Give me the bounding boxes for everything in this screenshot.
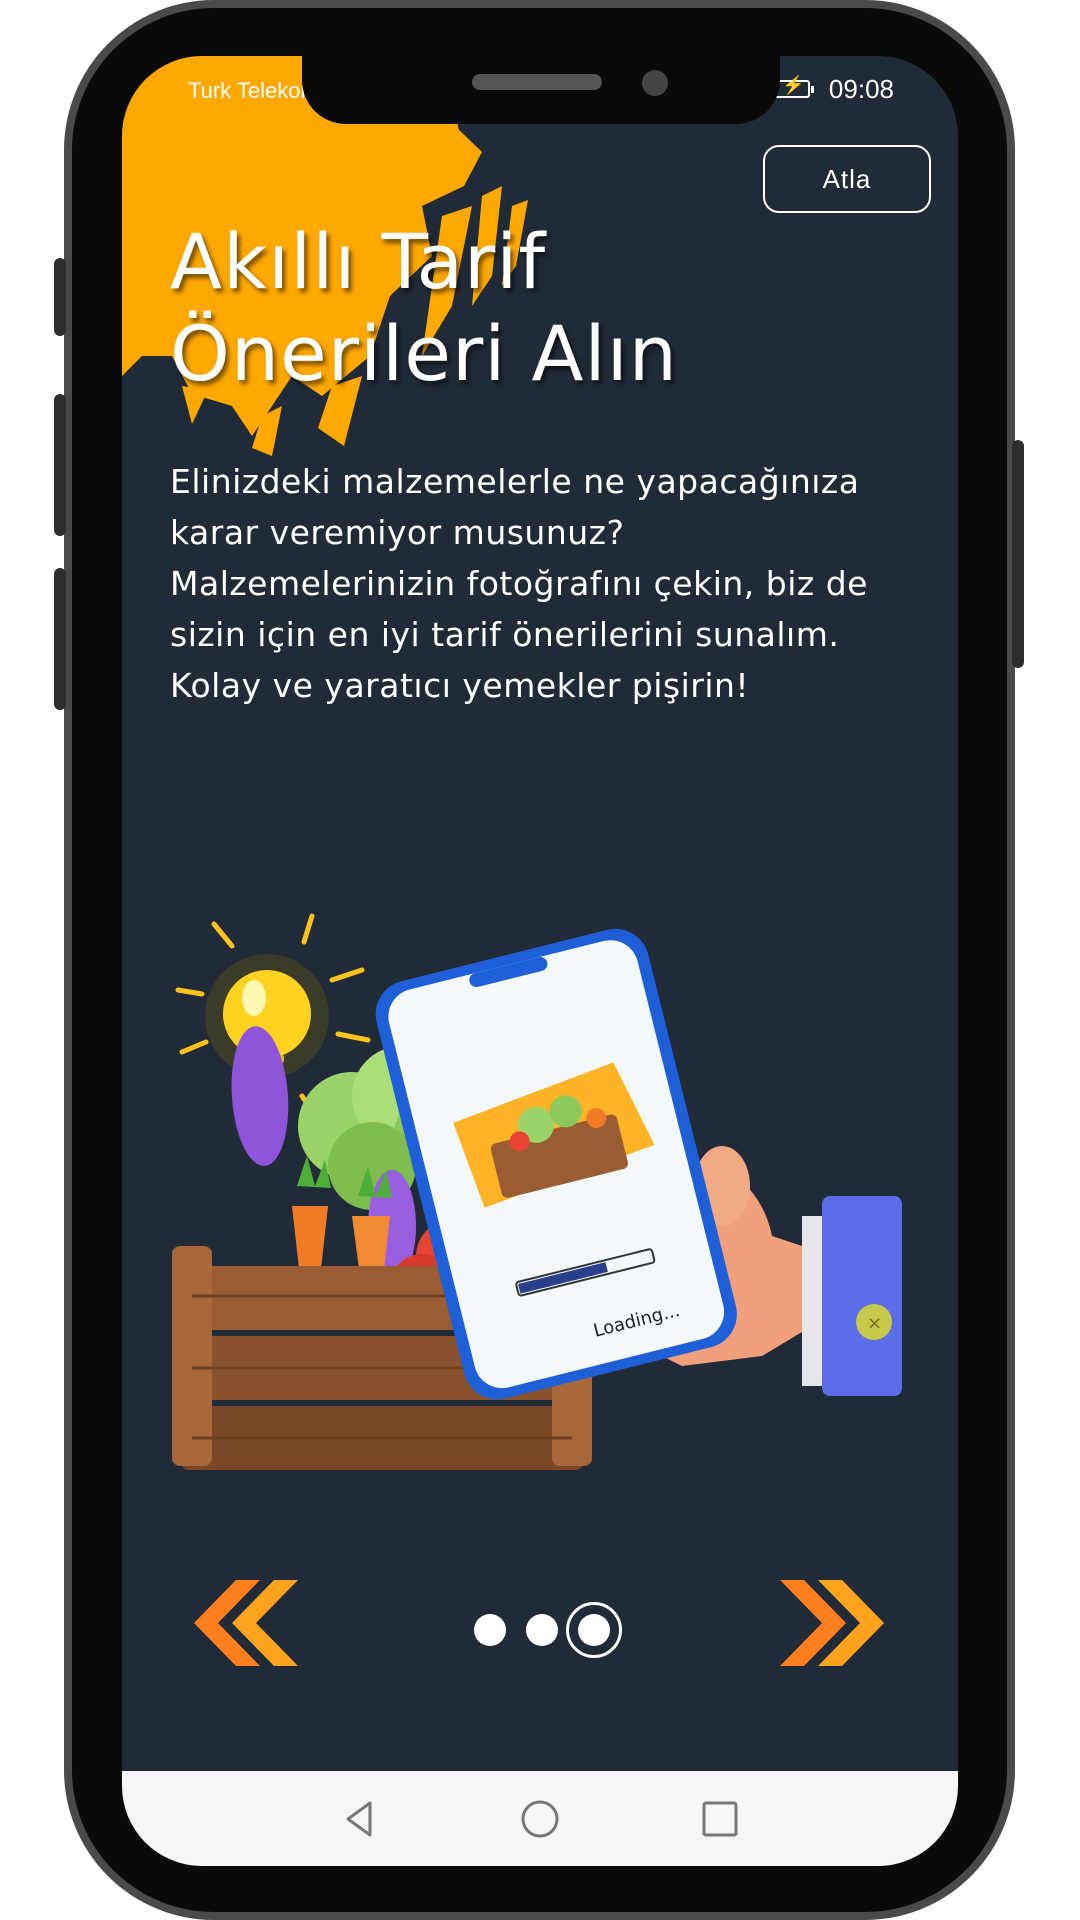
page-dot-2[interactable] xyxy=(526,1614,558,1646)
square-recents-icon[interactable] xyxy=(700,1799,740,1839)
system-navigation-bar xyxy=(122,1771,958,1866)
phone-speaker xyxy=(472,74,602,90)
title-line-2: Önerileri Alın xyxy=(170,309,678,398)
volume-down-button xyxy=(54,394,66,536)
prev-button[interactable] xyxy=(184,1576,300,1670)
double-chevron-left-icon xyxy=(194,1580,298,1666)
page-indicator xyxy=(474,1602,622,1658)
skip-button[interactable]: Atla xyxy=(763,145,931,213)
description-line: Kolay ve yaratıcı yemekler pişirin! xyxy=(170,666,750,705)
description-line: karar veremiyor musunuz? xyxy=(170,513,625,552)
page-description: Elinizdeki malzemelerle ne yapacağınıza … xyxy=(170,456,930,711)
title-line-1: Akıllı Tarif xyxy=(170,217,547,306)
page-dot-3 xyxy=(578,1614,610,1646)
description-line: Elinizdeki malzemelerle ne yapacağınıza xyxy=(170,462,860,501)
side-button-lower xyxy=(54,568,66,710)
phone-mockup: Turk Telekom ⚡ 09:08 Atla Akıllı Tarif Ö… xyxy=(0,0,1080,1920)
smartphone-icon xyxy=(375,928,737,1400)
triangle-back-icon[interactable] xyxy=(340,1799,380,1839)
status-time: 09:08 xyxy=(828,74,894,104)
page-dot-1[interactable] xyxy=(474,1614,506,1646)
svg-text:×: × xyxy=(867,1313,882,1334)
page-title: Akıllı Tarif Önerileri Alın xyxy=(170,216,890,400)
front-camera xyxy=(642,70,668,96)
recipe-scan-illustration: × Loading... xyxy=(172,913,902,1470)
volume-up-button xyxy=(54,258,66,336)
next-button[interactable] xyxy=(778,1576,894,1670)
carrier-name: Turk Telekom xyxy=(188,78,319,103)
description-line: sizin için en iyi tarif önerilerini suna… xyxy=(170,615,840,654)
app-screen: Turk Telekom ⚡ 09:08 Atla Akıllı Tarif Ö… xyxy=(122,56,958,1866)
description-line: Malzemelerinizin fotoğrafını çekin, biz … xyxy=(170,564,868,603)
circle-home-icon[interactable] xyxy=(520,1799,560,1839)
double-chevron-right-icon xyxy=(780,1580,884,1666)
power-button xyxy=(1012,440,1024,668)
